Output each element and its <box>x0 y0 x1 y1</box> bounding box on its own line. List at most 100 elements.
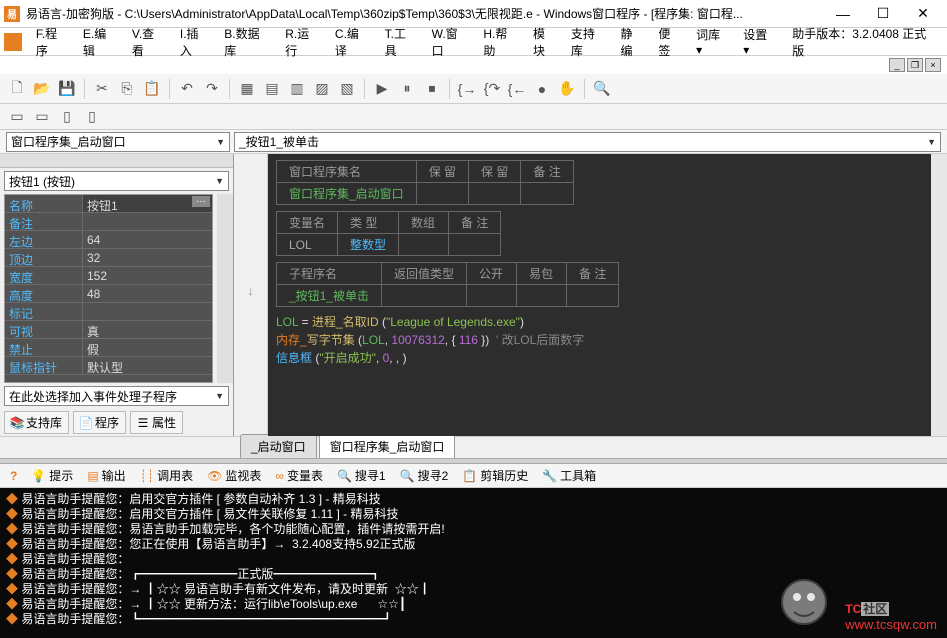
tab-calltable[interactable]: ┊┊调用表 <box>134 465 199 486</box>
console-line: ◆ 易语言助手提醒您：┗━━━━━━━━━━━━━━━━━━━━┛ <box>6 612 941 627</box>
tab-clip[interactable]: 📋剪辑历史 <box>456 465 534 486</box>
find-button[interactable]: 🔍 <box>591 78 613 100</box>
menu-view[interactable]: V.查看 <box>126 22 172 62</box>
scrollbar[interactable] <box>931 154 947 436</box>
tab-support-lib[interactable]: 📚支持库 <box>4 411 69 434</box>
prop-name: 标记 <box>5 303 83 320</box>
menu-static[interactable]: 静编 <box>615 22 651 62</box>
tab-hint[interactable]: 💡提示 <box>25 465 79 486</box>
tab-program[interactable]: 📄程序 <box>73 411 126 434</box>
tb5[interactable]: ▧ <box>336 78 358 100</box>
editor-tab-active[interactable]: 窗口程序集_启动窗口 <box>319 434 456 458</box>
prop-name: 鼠标指针 <box>5 357 83 374</box>
list-icon: ☰ <box>137 417 149 429</box>
tab-vars[interactable]: ∞变量表 <box>269 465 329 486</box>
prop-value[interactable]: 48 <box>83 285 212 302</box>
menu-dict[interactable]: 词库 ▾ <box>690 23 735 60</box>
prop-value[interactable] <box>83 303 212 320</box>
menu-note[interactable]: 便签 <box>652 22 688 62</box>
open-button[interactable]: 📂 <box>31 78 53 100</box>
menu-help[interactable]: H.帮助 <box>477 22 525 62</box>
console-line: ◆ 易语言助手提醒您：您正在使用【易语言助手】→ 3.2.408支持5.92正式… <box>6 537 941 552</box>
mdi-close[interactable]: × <box>925 58 941 72</box>
help-icon[interactable]: ? <box>4 467 23 485</box>
console-line: ◆ 易语言助手提醒您：┏━━━━━━━━正式版━━━━━━━━┓ <box>6 567 941 582</box>
console-line: ◆ 易语言助手提醒您：启用交官方插件 [ 易文件关联修复 1.11 ] - 精易… <box>6 507 941 522</box>
mdi-minimize[interactable]: _ <box>889 58 905 72</box>
prop-value[interactable]: 假 <box>83 339 212 356</box>
prop-value[interactable]: 默认型 <box>83 357 212 374</box>
align3-icon[interactable]: ▯ <box>56 106 78 128</box>
run-button[interactable]: ▶ <box>371 78 393 100</box>
menu-module[interactable]: 模块 <box>527 22 563 62</box>
tab-toolbox[interactable]: 🔧工具箱 <box>536 465 602 486</box>
align4-icon[interactable]: ▯ <box>81 106 103 128</box>
scrollbar[interactable] <box>217 194 233 383</box>
tab-search2[interactable]: 🔍搜寻2 <box>394 465 455 486</box>
tb1[interactable]: ▦ <box>236 78 258 100</box>
prop-value[interactable]: 152 <box>83 267 212 284</box>
undo-button[interactable]: ↶ <box>176 78 198 100</box>
prop-value[interactable]: 32 <box>83 249 212 266</box>
selector-row: 窗口程序集_启动窗口 ▼ _按钮1_被单击 ▼ <box>0 130 947 154</box>
tb3[interactable]: ▥ <box>286 78 308 100</box>
pause-button[interactable]: ⏸ <box>396 78 418 100</box>
method-selector[interactable]: _按钮1_被单击 ▼ <box>234 132 941 152</box>
redo-button[interactable]: ↷ <box>201 78 223 100</box>
prop-name: 名称 <box>5 195 83 212</box>
hand-icon[interactable]: ✋ <box>556 78 578 100</box>
menu-settings[interactable]: 设置 ▾ <box>737 23 782 60</box>
event-selector[interactable]: 在此处选择加入事件处理子程序 ▼ <box>4 386 229 406</box>
new-button[interactable]: 🗋 <box>6 78 28 100</box>
align2-icon[interactable]: ▭ <box>31 106 53 128</box>
properties-panel: 按钮1 (按钮) ▼ 名称按钮1··· 备注 左边64 顶边32 宽度152 高… <box>0 154 234 436</box>
step-out-button[interactable]: {← <box>506 78 528 100</box>
tb4[interactable]: ▨ <box>311 78 333 100</box>
version-label: 助手版本：3.2.0408 正式版 <box>786 22 943 62</box>
menu-file[interactable]: F.程序 <box>30 22 75 62</box>
step-over-button[interactable]: {↷ <box>481 78 503 100</box>
chevron-down-icon: ▼ <box>216 137 225 147</box>
event-placeholder: 在此处选择加入事件处理子程序 <box>9 388 177 405</box>
mdi-restore[interactable]: ❐ <box>907 58 923 72</box>
output-console[interactable]: ◆ 易语言助手提醒您：启用交官方插件 [ 参数自动补齐 1.3 ] - 精易科技… <box>0 488 947 638</box>
console-line: ◆ 易语言助手提醒您：→ ┃☆☆ 易语言助手有新文件发布，请及时更新 ☆☆┃ <box>6 582 941 597</box>
menu-compile[interactable]: C.编译 <box>329 22 377 62</box>
object-selector[interactable]: 按钮1 (按钮) ▼ <box>4 171 229 191</box>
menu-edit[interactable]: E.编辑 <box>77 22 124 62</box>
prop-value[interactable]: 真 <box>83 321 212 338</box>
prop-value[interactable]: 按钮1··· <box>83 195 212 212</box>
code-editor-panel: ↓ 窗口程序集名保 留保 留备 注 窗口程序集_启动窗口 变量名类 型数组备 注… <box>234 154 947 436</box>
cut-button[interactable]: ✂ <box>91 78 113 100</box>
editor-tab[interactable]: _启动窗口 <box>240 434 317 458</box>
tab-output[interactable]: ▤输出 <box>81 465 131 486</box>
tab-properties[interactable]: ☰属性 <box>130 411 183 434</box>
console-line: ◆ 易语言助手提醒您：易语言助手加载完毕，各个功能随心配置，插件请按需开启! <box>6 522 941 537</box>
code-line: 信息框 ("开启成功", 0, , ) <box>276 349 923 367</box>
logo-icon <box>4 33 22 51</box>
class-selector[interactable]: 窗口程序集_启动窗口 ▼ <box>6 132 230 152</box>
align-left-icon[interactable]: ▭ <box>6 106 28 128</box>
ellipsis-button[interactable]: ··· <box>192 196 210 207</box>
menu-run[interactable]: R.运行 <box>279 22 327 62</box>
left-panel-tabs: 📚支持库 📄程序 ☰属性 <box>0 409 233 436</box>
menu-insert[interactable]: I.插入 <box>174 22 216 62</box>
prop-name: 禁止 <box>5 339 83 356</box>
code-editor[interactable]: 窗口程序集名保 留保 留备 注 窗口程序集_启动窗口 变量名类 型数组备 注 L… <box>268 154 931 436</box>
copy-button[interactable]: ⎘ <box>116 78 138 100</box>
tab-watch[interactable]: 👁监视表 <box>201 465 267 486</box>
property-grid[interactable]: 名称按钮1··· 备注 左边64 顶边32 宽度152 高度48 标记 可视真 … <box>4 194 213 383</box>
breakpoint-button[interactable]: ● <box>531 78 553 100</box>
paste-button[interactable]: 📋 <box>141 78 163 100</box>
menu-window[interactable]: W.窗口 <box>426 22 476 62</box>
prop-value[interactable] <box>83 213 212 230</box>
menu-supportlib[interactable]: 支持库 <box>565 22 613 62</box>
stop-button[interactable]: ⏹ <box>421 78 443 100</box>
save-button[interactable]: 💾 <box>56 78 78 100</box>
menu-tools[interactable]: T.工具 <box>379 22 424 62</box>
tb2[interactable]: ▤ <box>261 78 283 100</box>
step-in-button[interactable]: {→ <box>456 78 478 100</box>
tab-search1[interactable]: 🔍搜寻1 <box>331 465 392 486</box>
prop-value[interactable]: 64 <box>83 231 212 248</box>
menu-database[interactable]: B.数据库 <box>218 22 277 62</box>
